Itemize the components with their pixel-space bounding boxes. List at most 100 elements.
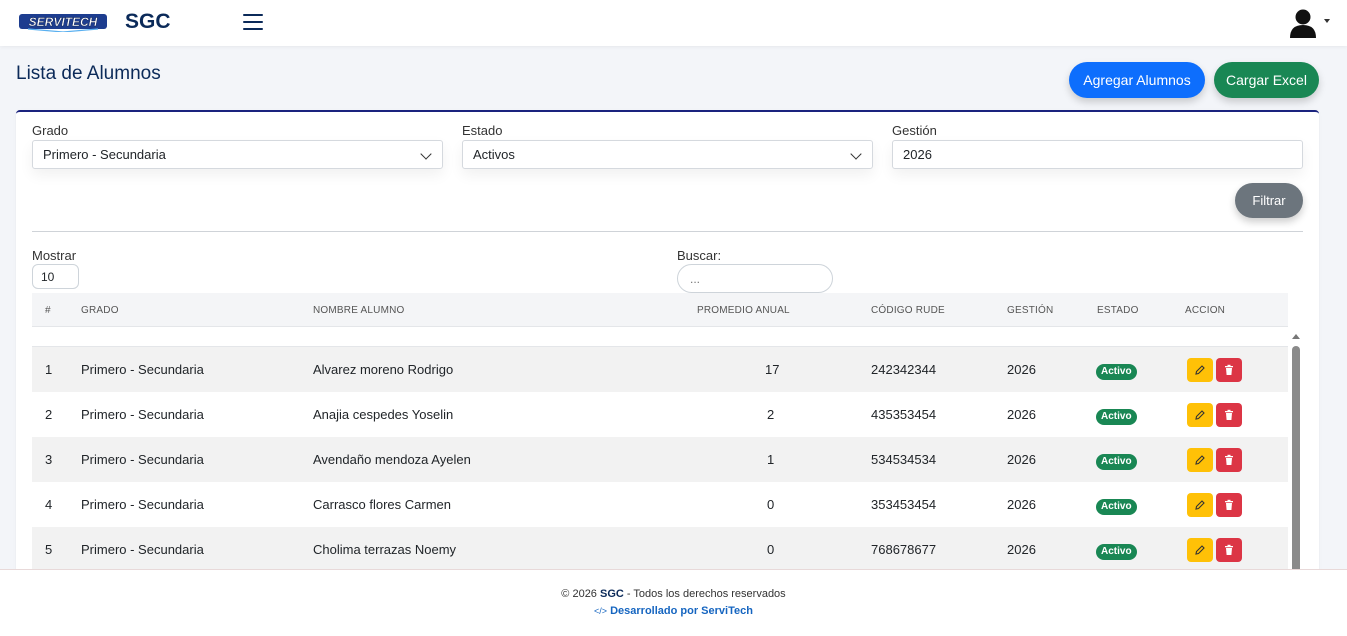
row-nombre: Alvarez moreno Rodrigo [313,362,454,377]
filter-button[interactable]: Filtrar [1235,183,1303,218]
chevron-down-icon [850,148,862,160]
row-rude: 768678677 [871,542,937,557]
row-grado: Primero - Secundaria [81,452,204,467]
row-rude: 353453454 [871,497,937,512]
col-header-rude[interactable]: CÓDIGO RUDE [871,305,945,316]
row-number: 5 [45,542,53,557]
row-promedio: 17 [765,362,780,377]
trash-icon [1225,544,1233,555]
col-header-nombre[interactable]: NOMBRE ALUMNO [313,305,405,316]
row-grado: Primero - Secundaria [81,497,204,512]
pencil-icon [1195,455,1205,465]
scrollbar-thumb[interactable] [1292,346,1300,582]
grado-select-value: Primero - Secundaria [43,147,166,162]
row-gestion: 2026 [1007,542,1036,557]
app-brand[interactable]: SGC [125,10,171,34]
upload-excel-button[interactable]: Cargar Excel [1214,62,1319,98]
row-number: 2 [45,407,53,422]
row-grado: Primero - Secundaria [81,542,204,557]
user-menu-caret-icon[interactable] [1324,19,1330,23]
delete-button[interactable] [1216,448,1242,472]
developer-text: Desarrollado por ServiTech [610,605,753,617]
footer-developer[interactable]: </> Desarrollado por ServiTech [0,605,1347,617]
chevron-down-icon [420,148,432,160]
edit-button[interactable] [1187,538,1213,562]
scroll-up-arrow-icon[interactable] [1292,334,1300,339]
table-row: 5 Primero - Secundaria Cholima terrazas … [32,527,1288,572]
delete-button[interactable] [1216,493,1242,517]
edit-button[interactable] [1187,493,1213,517]
row-promedio: 0 [767,497,775,512]
status-badge: Activo [1096,409,1137,425]
estado-select-value: Activos [473,147,515,162]
trash-icon [1225,364,1233,375]
status-badge: Activo [1096,544,1137,560]
table-spacer-row [32,327,1288,347]
row-nombre: Avendaño mendoza Ayelen [313,452,471,467]
row-gestion: 2026 [1007,497,1036,512]
delete-button[interactable] [1216,538,1242,562]
row-promedio: 2 [767,407,775,422]
row-number: 1 [45,362,53,377]
status-badge: Activo [1096,454,1137,470]
row-nombre: Anajia cespedes Yoselin [313,407,454,422]
row-grado: Primero - Secundaria [81,407,204,422]
code-icon: </> [594,606,608,616]
footer: © 2026 SGC - Todos los derechos reservad… [0,569,1347,636]
students-card: Grado Primero - Secundaria Estado Activo… [16,110,1319,582]
gestion-label: Gestión [892,123,937,138]
menu-icon[interactable] [243,14,263,30]
servitech-logo[interactable]: SERVITECH [18,12,108,32]
delete-button[interactable] [1216,358,1242,382]
grado-label: Grado [32,123,69,138]
copyright-prefix: © 2026 [561,588,597,600]
table-row: 2 Primero - Secundaria Anajia cespedes Y… [32,392,1288,437]
gestion-input[interactable]: 2026 [892,140,1303,169]
row-gestion: 2026 [1007,452,1036,467]
user-avatar-icon[interactable] [1290,7,1332,39]
page-title: Lista de Alumnos [16,63,161,84]
pencil-icon [1195,500,1205,510]
estado-select[interactable]: Activos [462,140,873,169]
trash-icon [1225,499,1233,510]
edit-button[interactable] [1187,403,1213,427]
col-header-promedio[interactable]: PROMEDIO ANUAL [697,305,790,316]
estado-label: Estado [462,123,503,138]
edit-button[interactable] [1187,448,1213,472]
divider [32,231,1303,232]
row-gestion: 2026 [1007,407,1036,422]
table-row: 3 Primero - Secundaria Avendaño mendoza … [32,437,1288,482]
search-input[interactable] [677,264,833,293]
table-header: # GRADO NOMBRE ALUMNO PROMEDIO ANUAL CÓD… [32,293,1288,327]
add-students-button[interactable]: Agregar Alumnos [1069,62,1205,98]
table-row: 4 Primero - Secundaria Carrasco flores C… [32,482,1288,527]
show-entries-select[interactable]: 10 [32,264,79,289]
gestion-input-value: 2026 [903,147,932,162]
col-header-num[interactable]: # [45,305,51,316]
row-nombre: Carrasco flores Carmen [313,497,451,512]
edit-button[interactable] [1187,358,1213,382]
show-entries-label: Mostrar [32,248,77,263]
row-promedio: 1 [767,452,775,467]
row-rude: 242342344 [871,362,937,377]
row-grado: Primero - Secundaria [81,362,204,377]
search-label: Buscar: [677,248,722,263]
row-rude: 435353454 [871,407,937,422]
table-row: 1 Primero - Secundaria Alvarez moreno Ro… [32,347,1288,392]
col-header-estado[interactable]: ESTADO [1097,305,1139,316]
row-number: 3 [45,452,53,467]
logo-text: SERVITECH [29,15,98,29]
delete-button[interactable] [1216,403,1242,427]
top-navbar: SERVITECH SGC [0,0,1347,46]
copyright-brand: SGC [600,588,624,600]
col-header-grado[interactable]: GRADO [81,305,119,316]
grado-select[interactable]: Primero - Secundaria [32,140,443,169]
row-rude: 534534534 [871,452,937,467]
col-header-gestion[interactable]: GESTIÓN [1007,305,1053,316]
pencil-icon [1195,410,1205,420]
trash-icon [1225,454,1233,465]
pencil-icon [1195,365,1205,375]
row-gestion: 2026 [1007,362,1036,377]
row-promedio: 0 [767,542,775,557]
status-badge: Activo [1096,364,1137,380]
